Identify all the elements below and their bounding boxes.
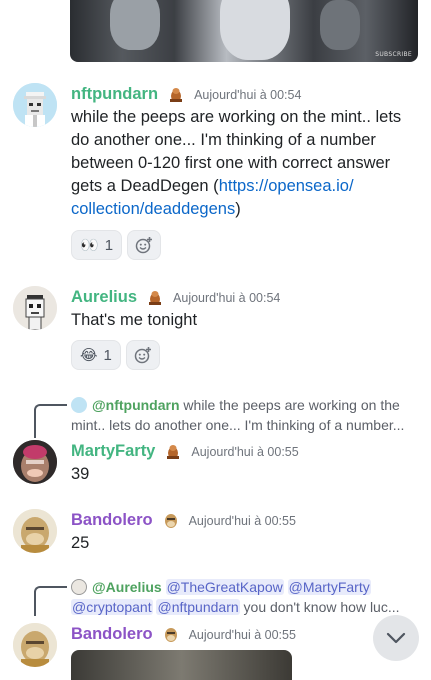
reply-avatar <box>71 397 87 413</box>
reply-reference[interactable]: @nftpundarn while the peeps are working … <box>71 395 416 435</box>
avatar[interactable] <box>13 440 57 484</box>
role-badge-icon <box>164 627 177 642</box>
avatar[interactable] <box>13 83 57 127</box>
opensea-link-cont[interactable]: collection/deaddegens <box>71 200 235 218</box>
add-reaction-button[interactable] <box>127 230 162 260</box>
add-reaction-icon <box>135 237 153 254</box>
message-text: gets a DeadDegen ( <box>71 177 219 195</box>
username[interactable]: Aurelius <box>71 288 137 307</box>
mention[interactable]: @nftpundarn <box>156 599 240 615</box>
joy-emoji-icon: 😂 <box>80 346 98 364</box>
message-header: Bandolero Aujourd'hui à 00:55 <box>71 625 296 644</box>
message-header: nftpundarn Aujourd'hui à 00:54 <box>71 85 301 104</box>
role-badge-icon <box>170 87 183 102</box>
message-content: That's me tonight <box>71 309 416 332</box>
reactions: 😂 1 <box>71 340 160 370</box>
reply-author[interactable]: @Aurelius <box>92 579 162 595</box>
message-header: MartyFarty Aujourd'hui à 00:55 <box>71 442 299 461</box>
reaction-count: 1 <box>104 236 114 254</box>
reactions: 👀 1 <box>71 230 162 260</box>
username[interactable]: Bandolero <box>71 625 153 644</box>
username[interactable]: Bandolero <box>71 511 153 530</box>
mention[interactable]: @MartyFarty <box>287 579 371 595</box>
image-attachment[interactable] <box>71 650 292 680</box>
reply-connector <box>34 586 67 616</box>
ape-avatar-icon <box>13 509 57 553</box>
avatar[interactable] <box>13 509 57 553</box>
reply-avatar <box>71 579 87 595</box>
reaction-count: 1 <box>103 346 112 364</box>
message-text: ) <box>235 200 241 218</box>
timestamp: Aujourd'hui à 00:55 <box>188 627 296 642</box>
message-line: do another one... I'm thinking of a numb… <box>71 131 376 149</box>
message-content: 39 <box>71 463 416 486</box>
message-line: between 0-120 first one with correct ans… <box>71 154 391 172</box>
mention[interactable]: @cryptopant <box>71 599 153 615</box>
message-content: while the peeps are working on the mint.… <box>71 106 416 221</box>
reply-author[interactable]: @nftpundarn <box>92 397 180 413</box>
message-header: Bandolero Aujourd'hui à 00:55 <box>71 511 296 530</box>
username[interactable]: MartyFarty <box>71 442 155 461</box>
reaction-joy[interactable]: 😂 1 <box>71 340 121 370</box>
role-badge-icon <box>164 513 177 528</box>
reply-connector <box>34 404 67 438</box>
role-badge-icon <box>149 290 162 305</box>
video-attachment[interactable]: SUBSCRIBE <box>70 0 418 62</box>
message-line-with-link: collection/deaddegens) <box>71 198 416 221</box>
username[interactable]: nftpundarn <box>71 85 158 104</box>
timestamp: Aujourd'hui à 00:55 <box>188 513 296 528</box>
message-line: while the peeps are working on the mint.… <box>71 108 402 126</box>
ape-avatar-icon <box>13 440 57 484</box>
message-line: That's me tonight <box>71 311 198 329</box>
jump-to-present-button[interactable] <box>373 615 419 661</box>
message-line: 39 <box>71 465 90 483</box>
eyes-emoji-icon: 👀 <box>80 236 99 254</box>
mention[interactable]: @TheGreatKapow <box>165 579 284 595</box>
ape-avatar-icon <box>13 623 57 667</box>
reply-reference[interactable]: @Aurelius @TheGreatKapow @MartyFarty @cr… <box>71 577 416 617</box>
avatar[interactable] <box>13 623 57 667</box>
timestamp: Aujourd'hui à 00:54 <box>173 290 281 305</box>
message-line: 25 <box>71 534 90 552</box>
skull-avatar-icon <box>13 286 57 330</box>
opensea-link[interactable]: https://opensea.io/ <box>219 177 354 195</box>
timestamp: Aujourd'hui à 00:55 <box>191 444 299 459</box>
reply-text: mint.. lets do another one... I'm thinki… <box>71 417 405 433</box>
reply-text: while the peeps are working on the <box>179 397 400 413</box>
add-reaction-button[interactable] <box>125 340 160 370</box>
chevron-down-icon <box>386 632 406 644</box>
add-reaction-icon <box>134 347 151 364</box>
reaction-eyes[interactable]: 👀 1 <box>71 230 123 260</box>
message-header: Aurelius Aujourd'hui à 00:54 <box>71 288 280 307</box>
video-watermark: SUBSCRIBE <box>375 51 412 58</box>
message-content: 25 <box>71 532 416 555</box>
avatar[interactable] <box>13 286 57 330</box>
message-line-with-link: gets a DeadDegen (https://opensea.io/ <box>71 175 416 198</box>
pixel-avatar-icon <box>13 83 57 127</box>
role-badge-icon <box>167 444 180 459</box>
timestamp: Aujourd'hui à 00:54 <box>194 87 302 102</box>
reply-text: you don't know how luc... <box>239 599 400 615</box>
